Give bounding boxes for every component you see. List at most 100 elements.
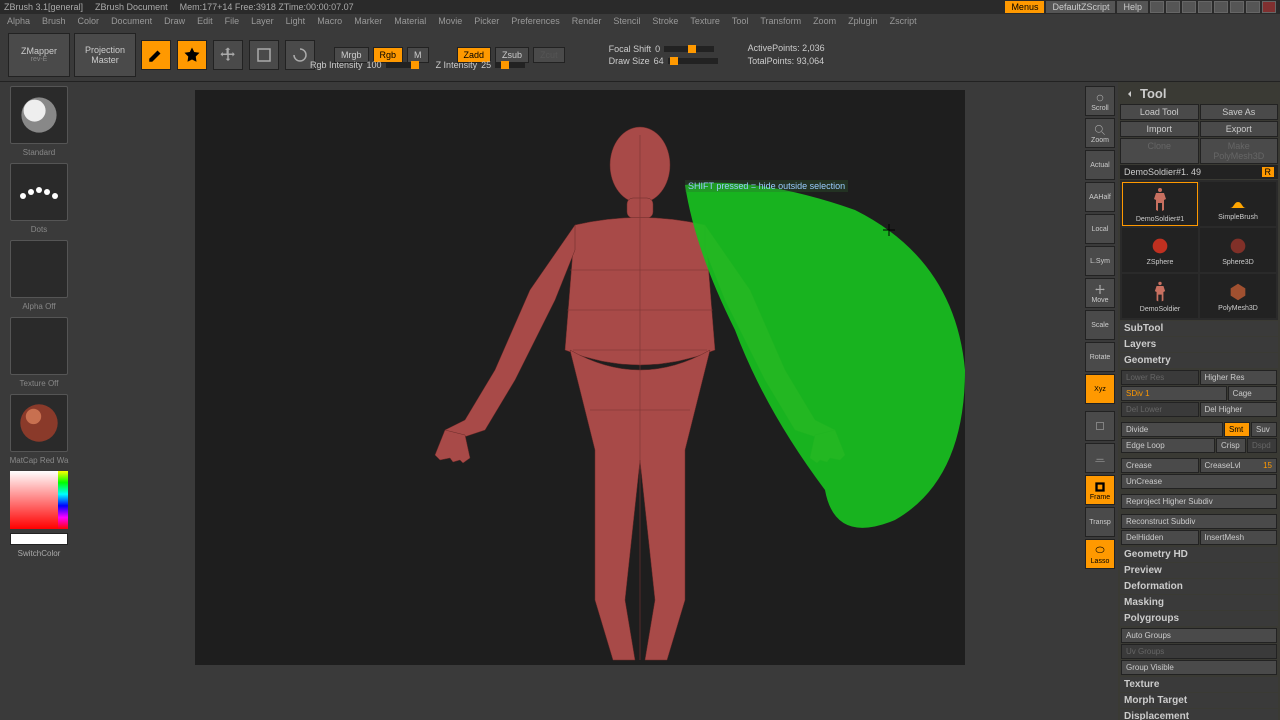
- make-polymesh-button[interactable]: Make PolyMesh3D: [1200, 138, 1279, 164]
- zoom-button[interactable]: Zoom: [1085, 118, 1115, 148]
- dock-icon[interactable]: [1198, 1, 1212, 13]
- move-mode-button[interactable]: [213, 40, 243, 70]
- help-button[interactable]: Help: [1117, 1, 1148, 13]
- texture-thumb[interactable]: [10, 317, 68, 375]
- menu-marker[interactable]: Marker: [351, 16, 385, 26]
- lasso-button[interactable]: Lasso: [1085, 539, 1115, 569]
- export-button[interactable]: Export: [1200, 121, 1279, 137]
- nav-scale-button[interactable]: Scale: [1085, 310, 1115, 340]
- defaultzscript-button[interactable]: DefaultZScript: [1046, 1, 1115, 13]
- projection-master-button[interactable]: Projection Master: [74, 33, 136, 77]
- actual-button[interactable]: Actual: [1085, 150, 1115, 180]
- zcut-button[interactable]: Zcut: [533, 47, 565, 63]
- arrow-left-icon[interactable]: [1124, 88, 1136, 100]
- tool-item-simplebrush[interactable]: SimpleBrush: [1200, 182, 1276, 226]
- menu-movie[interactable]: Movie: [435, 16, 465, 26]
- texture-section[interactable]: Texture: [1120, 677, 1278, 692]
- menu-transform[interactable]: Transform: [757, 16, 804, 26]
- menu-zplugin[interactable]: Zplugin: [845, 16, 881, 26]
- draw-size-slider[interactable]: [668, 58, 718, 64]
- preview-section[interactable]: Preview: [1120, 563, 1278, 578]
- brush-thumb[interactable]: [10, 86, 68, 144]
- menu-alpha[interactable]: Alpha: [4, 16, 33, 26]
- collapse-icon[interactable]: [1214, 1, 1228, 13]
- group-visible-button[interactable]: Group Visible: [1121, 660, 1277, 675]
- uncrease-button[interactable]: UnCrease: [1121, 474, 1277, 489]
- switchcolor-button[interactable]: SwitchColor: [18, 549, 61, 558]
- menus-button[interactable]: Menus: [1005, 1, 1044, 13]
- nav-move-button[interactable]: Move: [1085, 278, 1115, 308]
- tool-r-button[interactable]: R: [1262, 167, 1275, 177]
- close-icon[interactable]: [1262, 1, 1276, 13]
- floor-button[interactable]: [1085, 443, 1115, 473]
- crease-button[interactable]: Crease: [1121, 458, 1199, 473]
- menu-stroke[interactable]: Stroke: [649, 16, 681, 26]
- geometry-section[interactable]: Geometry: [1120, 353, 1278, 368]
- menu-zscript[interactable]: Zscript: [887, 16, 920, 26]
- next-icon[interactable]: [1166, 1, 1180, 13]
- draw-mode-button[interactable]: [177, 40, 207, 70]
- nav-rotate-button[interactable]: Rotate: [1085, 342, 1115, 372]
- hue-bar[interactable]: [58, 471, 68, 529]
- divide-button[interactable]: Divide: [1121, 422, 1223, 437]
- persp-button[interactable]: [1085, 411, 1115, 441]
- tool-item-demosoldier1[interactable]: DemoSoldier#1: [1122, 182, 1198, 226]
- tool-item-zsphere[interactable]: ZSphere: [1122, 228, 1198, 272]
- tool-item-polymesh3d[interactable]: PolyMesh3D: [1200, 274, 1276, 318]
- menu-texture[interactable]: Texture: [687, 16, 723, 26]
- insertmesh-button[interactable]: InsertMesh: [1200, 530, 1278, 545]
- suv-button[interactable]: Suv: [1251, 422, 1277, 437]
- material-thumb[interactable]: [10, 394, 68, 452]
- scale-mode-button[interactable]: [249, 40, 279, 70]
- aahalf-button[interactable]: AAHalf: [1085, 182, 1115, 212]
- color-picker[interactable]: [10, 471, 68, 529]
- menu-macro[interactable]: Macro: [314, 16, 345, 26]
- menu-brush[interactable]: Brush: [39, 16, 69, 26]
- transp-button[interactable]: Transp: [1085, 507, 1115, 537]
- menu-zoom[interactable]: Zoom: [810, 16, 839, 26]
- maximize-icon[interactable]: [1246, 1, 1260, 13]
- crisp-button[interactable]: Crisp: [1216, 438, 1246, 453]
- deformation-section[interactable]: Deformation: [1120, 579, 1278, 594]
- uv-groups-button[interactable]: Uv Groups: [1121, 644, 1277, 659]
- alpha-thumb[interactable]: [10, 240, 68, 298]
- morph-target-section[interactable]: Morph Target: [1120, 693, 1278, 708]
- edit-mode-button[interactable]: [141, 40, 171, 70]
- smt-button[interactable]: Smt: [1224, 422, 1250, 437]
- xyz-button[interactable]: Xyz: [1085, 374, 1115, 404]
- higher-res-button[interactable]: Higher Res: [1200, 370, 1278, 385]
- load-tool-button[interactable]: Load Tool: [1120, 104, 1199, 120]
- menu-file[interactable]: File: [222, 16, 243, 26]
- menu-edit[interactable]: Edit: [194, 16, 216, 26]
- reconstruct-button[interactable]: Reconstruct Subdiv: [1121, 514, 1277, 529]
- minimize-icon[interactable]: [1230, 1, 1244, 13]
- rgb-intensity-slider[interactable]: [386, 62, 416, 68]
- auto-groups-button[interactable]: Auto Groups: [1121, 628, 1277, 643]
- cage-button[interactable]: Cage: [1228, 386, 1277, 401]
- creaselvl-slider[interactable]: CreaseLvl15: [1200, 458, 1278, 473]
- anchor-icon[interactable]: [1182, 1, 1196, 13]
- stroke-thumb[interactable]: [10, 163, 68, 221]
- geometry-hd-section[interactable]: Geometry HD: [1120, 547, 1278, 562]
- dspd-button[interactable]: Dspd: [1247, 438, 1277, 453]
- masking-section[interactable]: Masking: [1120, 595, 1278, 610]
- scroll-button[interactable]: Scroll: [1085, 86, 1115, 116]
- current-color-swatch[interactable]: [10, 533, 68, 545]
- menu-stencil[interactable]: Stencil: [610, 16, 643, 26]
- save-as-button[interactable]: Save As: [1200, 104, 1279, 120]
- edge-loop-button[interactable]: Edge Loop: [1121, 438, 1215, 453]
- prev-icon[interactable]: [1150, 1, 1164, 13]
- zmapper-button[interactable]: ZMapper rev-E: [8, 33, 70, 77]
- tool-item-sphere3d[interactable]: Sphere3D: [1200, 228, 1276, 272]
- reproject-button[interactable]: Reproject Higher Subdiv: [1121, 494, 1277, 509]
- lower-res-button[interactable]: Lower Res: [1121, 370, 1199, 385]
- frame-button[interactable]: Frame: [1085, 475, 1115, 505]
- menu-picker[interactable]: Picker: [471, 16, 502, 26]
- menu-tool[interactable]: Tool: [729, 16, 752, 26]
- delhidden-button[interactable]: DelHidden: [1121, 530, 1199, 545]
- sdiv-slider[interactable]: SDiv 1: [1121, 386, 1227, 401]
- displacement-section[interactable]: Displacement: [1120, 709, 1278, 720]
- viewport[interactable]: SHIFT pressed = hide outside selection: [195, 90, 965, 665]
- menu-document[interactable]: Document: [108, 16, 155, 26]
- menu-draw[interactable]: Draw: [161, 16, 188, 26]
